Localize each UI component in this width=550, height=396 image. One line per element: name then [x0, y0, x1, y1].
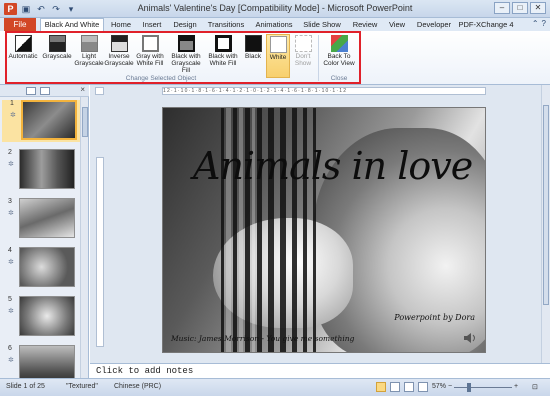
transition-star-icon: ✲ — [10, 112, 16, 119]
tab-animations[interactable]: Animations — [252, 19, 296, 31]
back-to-color-view-button[interactable]: Back To Color View — [320, 35, 358, 67]
grayscale-button[interactable]: Grayscale — [42, 35, 72, 60]
ruler-corner — [95, 87, 104, 95]
black-with-grayscale-fill-button[interactable]: Black with Grayscale Fill — [168, 35, 204, 74]
slide-show-button[interactable] — [418, 382, 428, 392]
editing-scrollbar[interactable] — [541, 85, 550, 363]
slide-sorter-button[interactable] — [390, 382, 400, 392]
light-grayscale-icon — [80, 35, 98, 52]
ribbon-help-icons: ⌃ ? — [532, 19, 546, 28]
theme-name: "Textured" — [66, 383, 98, 390]
ribbon-black-and-white: Automatic Grayscale Light Grayscale Inve… — [0, 31, 550, 85]
tab-home[interactable]: Home — [108, 19, 134, 31]
slide-editing-area: 12·1·10·1·8·1·6·1·4·1·2·1·0·1·2·1·4·1·6·… — [90, 85, 550, 363]
slides-pane: × 1 ✲ 2 ✲ 3 ✲ 4 ✲ 5 ✲ 6 ✲ — [0, 85, 89, 385]
thumbnail-image — [19, 198, 75, 238]
back-to-color-icon — [330, 35, 348, 52]
notes-pane[interactable]: Click to add notes — [90, 363, 550, 378]
slide-thumbnail[interactable]: 5 ✲ — [0, 296, 80, 338]
current-slide[interactable]: Animals in love Powerpoint by Dora Music… — [162, 107, 486, 353]
transition-star-icon: ✲ — [8, 357, 14, 364]
zoom-slider-thumb[interactable] — [467, 383, 472, 392]
dont-show-icon — [294, 35, 312, 52]
gray-with-white-fill-button[interactable]: Gray with White Fill — [134, 35, 166, 67]
slide-thumbnail[interactable]: 2 ✲ — [0, 149, 80, 191]
maximize-button[interactable]: □ — [512, 2, 528, 14]
slide-title: Animals in love — [193, 144, 473, 188]
black-button[interactable]: Black — [242, 35, 264, 60]
zoom-level[interactable]: 57% — [432, 383, 446, 390]
tab-view[interactable]: View — [386, 19, 408, 31]
automatic-button[interactable]: Automatic — [6, 35, 40, 60]
thumbnail-image — [19, 149, 75, 189]
fit-to-window-icon[interactable]: ⊡ — [532, 383, 538, 391]
gray-white-fill-icon — [141, 35, 159, 52]
tab-review[interactable]: Review — [350, 19, 380, 31]
scrollbar-thumb[interactable] — [543, 105, 549, 305]
vertical-ruler — [96, 157, 104, 347]
inverse-grayscale-button[interactable]: Inverse Grayscale — [104, 35, 134, 67]
automatic-icon — [14, 35, 32, 52]
thumbnail-image — [19, 296, 75, 336]
grayscale-icon — [48, 35, 66, 52]
help-icon[interactable]: ? — [542, 19, 546, 28]
scrollbar-thumb[interactable] — [82, 107, 88, 137]
window-controls: – □ ✕ — [494, 2, 546, 14]
zoom-in-icon[interactable]: + — [514, 383, 518, 390]
slides-pane-scrollbar[interactable] — [80, 97, 88, 378]
tab-file[interactable]: File — [4, 18, 36, 31]
speaker-icon[interactable] — [463, 332, 477, 344]
close-pane-icon[interactable]: × — [80, 85, 85, 94]
transition-star-icon: ✲ — [8, 161, 14, 168]
tab-insert[interactable]: Insert — [138, 19, 166, 31]
language-indicator[interactable]: Chinese (PRC) — [114, 383, 161, 390]
minimize-button[interactable]: – — [494, 2, 510, 14]
light-grayscale-button[interactable]: Light Grayscale — [74, 35, 104, 67]
tab-pdf-xchange[interactable]: PDF-XChange 4 — [458, 19, 514, 31]
slide-thumbnail[interactable]: 3 ✲ — [0, 198, 80, 240]
slide-counter: Slide 1 of 25 — [6, 383, 45, 390]
minimize-ribbon-icon[interactable]: ⌃ — [532, 19, 539, 28]
outline-tab-icon[interactable] — [40, 87, 50, 95]
dont-show-button[interactable]: Don't Show — [292, 35, 314, 67]
transition-star-icon: ✲ — [8, 259, 14, 266]
tab-transitions[interactable]: Transitions — [204, 19, 248, 31]
group-label-change-selected-object: Change Selected Object — [125, 75, 197, 82]
zoom-slider[interactable] — [454, 387, 512, 388]
horizontal-ruler: 12·1·10·1·8·1·6·1·4·1·2·1·0·1·2·1·4·1·6·… — [162, 87, 486, 95]
transition-star-icon: ✲ — [8, 308, 14, 315]
normal-view-button[interactable] — [376, 382, 386, 392]
thumbnail-image — [19, 247, 75, 287]
slide-music-caption: Music: James Morrison - You give me some… — [171, 334, 355, 343]
ribbon-tabs: File Black And White Home Insert Design … — [0, 18, 550, 31]
transition-star-icon: ✲ — [8, 210, 14, 217]
title-bar: P ▣ ↶ ↷ ▾ Animals' Valentine's Day [Comp… — [0, 0, 550, 18]
black-white-fill-icon — [214, 35, 232, 52]
pane-tabs: × — [0, 85, 89, 97]
tab-developer[interactable]: Developer — [414, 19, 454, 31]
reading-view-button[interactable] — [404, 382, 414, 392]
slides-tab-icon[interactable] — [26, 87, 36, 95]
white-icon — [269, 36, 287, 53]
inverse-grayscale-icon — [110, 35, 128, 52]
slide-thumbnail[interactable]: 1 ✲ — [2, 100, 80, 142]
group-label-close: Close — [330, 75, 348, 82]
notes-placeholder: Click to add notes — [96, 366, 194, 376]
tab-design[interactable]: Design — [170, 19, 200, 31]
tab-black-and-white[interactable]: Black And White — [40, 18, 104, 31]
zoom-out-icon[interactable]: − — [448, 383, 452, 390]
group-separator — [318, 35, 319, 81]
thumbnail-image — [21, 100, 77, 140]
slide-credit: Powerpoint by Dora — [394, 313, 475, 322]
tab-slide-show[interactable]: Slide Show — [300, 19, 344, 31]
black-grayscale-fill-icon — [177, 35, 195, 52]
black-with-white-fill-button[interactable]: Black with White Fill — [206, 35, 240, 67]
status-bar: Slide 1 of 25 "Textured" Chinese (PRC) 5… — [0, 378, 550, 396]
black-icon — [244, 35, 262, 52]
close-button[interactable]: ✕ — [530, 2, 546, 14]
white-button[interactable]: White — [266, 34, 290, 78]
window-title: Animals' Valentine's Day [Compatibility … — [137, 3, 413, 13]
slide-thumbnail[interactable]: 4 ✲ — [0, 247, 80, 289]
